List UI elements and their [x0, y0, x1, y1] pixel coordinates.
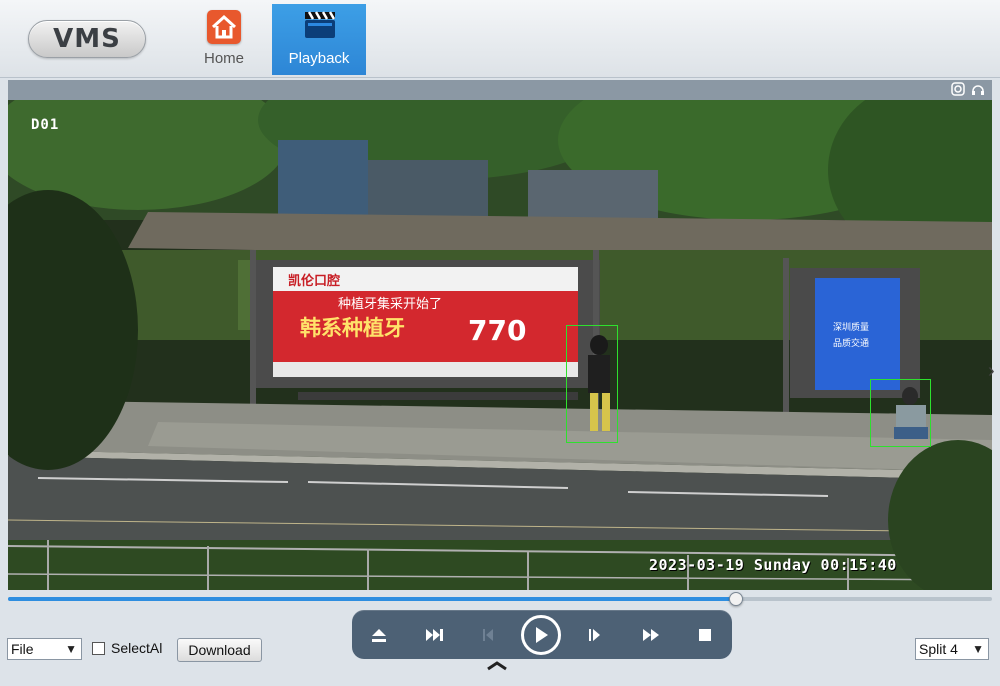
file-select-value: File [11, 641, 34, 657]
fast-forward-icon[interactable] [420, 610, 450, 659]
select-all-label: SelectAl [111, 640, 163, 656]
dropdown-arrow-icon: ▼ [972, 642, 984, 656]
osd-timestamp: 2023-03-19 Sunday 00:15:40 [649, 556, 897, 574]
svg-text:深圳质量: 深圳质量 [833, 321, 869, 333]
channel-label: D01 [31, 117, 60, 133]
chevron-up-icon[interactable] [485, 659, 509, 673]
download-button[interactable]: Download [177, 638, 262, 662]
playback-timeline[interactable] [8, 592, 992, 606]
tab-playback-label: Playback [288, 50, 350, 67]
play-button[interactable] [518, 610, 564, 659]
tab-playback[interactable]: Playback [272, 4, 366, 75]
step-forward-icon[interactable] [580, 610, 610, 659]
dropdown-arrow-icon: ▼ [65, 642, 77, 656]
timeline-handle[interactable] [729, 592, 744, 606]
file-select[interactable]: File ▼ [7, 638, 82, 660]
camera-feed-image: 凯伦口腔 韩系种植牙 770 种植牙集采开始了 深圳质量 品质交通 [8, 100, 992, 590]
stop-icon[interactable] [690, 610, 720, 659]
svg-text:品质交通: 品质交通 [833, 337, 869, 349]
svg-text:种植牙集采开始了: 种植牙集采开始了 [338, 296, 442, 312]
top-navigation: VMS Home Playback [0, 0, 1000, 78]
speed-up-icon[interactable] [636, 610, 666, 659]
timeline-progress [8, 597, 737, 601]
split-select[interactable]: Split 4 ▼ [915, 638, 989, 660]
snapshot-icon[interactable] [950, 82, 966, 98]
detection-box [870, 379, 931, 447]
detection-box [566, 325, 618, 443]
playback-controls [352, 610, 732, 659]
play-icon [521, 614, 561, 655]
app-logo: VMS [28, 20, 146, 58]
tab-home-label: Home [203, 50, 244, 67]
video-toolbar [8, 80, 992, 100]
film-clapper-icon [304, 10, 336, 40]
tab-home[interactable]: Home [177, 4, 271, 75]
video-player[interactable]: 凯伦口腔 韩系种植牙 770 种植牙集采开始了 深圳质量 品质交通 D01 20… [8, 100, 992, 590]
step-back-icon[interactable] [474, 610, 504, 659]
select-all-checkbox[interactable] [92, 642, 105, 655]
split-select-value: Split 4 [919, 641, 958, 657]
eject-icon[interactable] [364, 610, 394, 659]
svg-text:凯伦口腔: 凯伦口腔 [288, 273, 340, 289]
svg-text:770: 770 [468, 314, 526, 347]
audio-icon[interactable] [970, 82, 986, 98]
svg-text:韩系种植牙: 韩系种植牙 [300, 316, 405, 340]
chevron-right-icon[interactable]: › [988, 360, 1000, 384]
home-icon [207, 10, 241, 44]
